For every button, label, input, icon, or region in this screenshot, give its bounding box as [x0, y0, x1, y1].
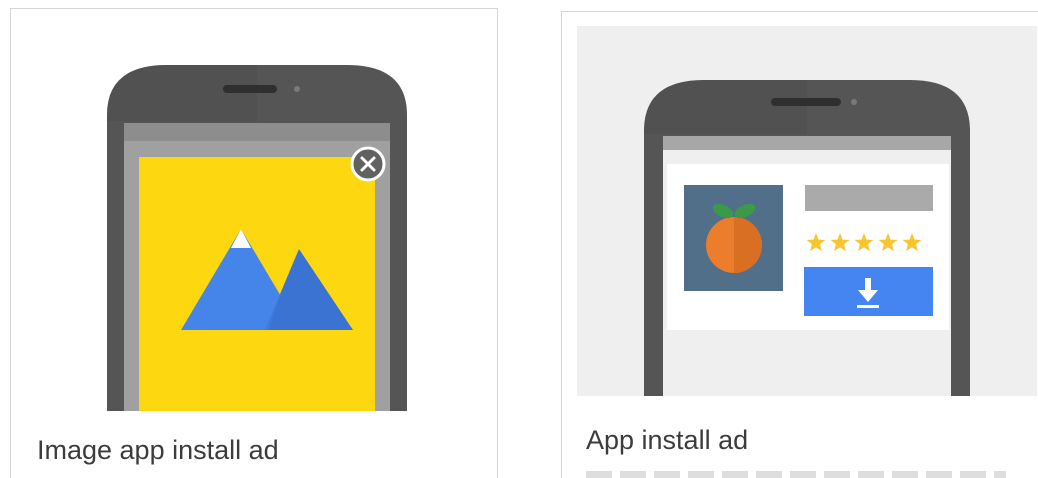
card-caption: App install ad	[586, 425, 749, 455]
ad-preview	[577, 26, 1037, 396]
card-caption: Image app install ad	[37, 435, 279, 465]
app-title-placeholder	[805, 185, 933, 211]
close-icon[interactable]	[350, 146, 386, 182]
install-button[interactable]	[804, 267, 933, 316]
phone-icon	[107, 65, 407, 411]
card-description	[586, 471, 1006, 478]
phone-icon	[644, 80, 970, 396]
ad-format-card-image-app-install[interactable]: Image app install ad	[10, 8, 498, 478]
ad-preview	[11, 9, 497, 411]
ad-format-card-app-install[interactable]: App install ad	[561, 11, 1038, 478]
orange-fruit-icon	[684, 185, 783, 291]
ad-format-gallery: Image app install ad App install ad	[0, 0, 1038, 478]
